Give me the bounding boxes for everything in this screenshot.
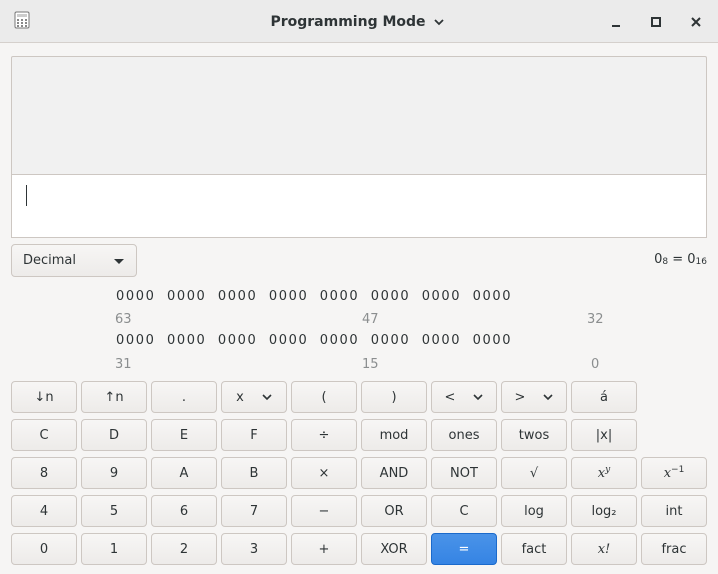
number-base-dropdown[interactable]: Decimal [11, 244, 137, 277]
chevron-down-icon [433, 14, 444, 30]
digit-6-button[interactable]: 6 [151, 495, 217, 527]
base-selected-label: Decimal [23, 253, 77, 268]
calculator-icon[interactable] [14, 11, 30, 29]
shift-up-button[interactable]: ↑n [81, 381, 147, 413]
chevron-down-icon [543, 390, 554, 405]
window-title: Programming Mode [270, 13, 426, 30]
expression-entry[interactable] [11, 174, 707, 238]
minimize-button[interactable] [603, 8, 629, 34]
close-button[interactable] [683, 8, 709, 34]
digit-3-button[interactable]: 3 [221, 533, 287, 565]
hex-b-button[interactable]: B [221, 457, 287, 489]
divide-button[interactable]: ÷ [291, 419, 357, 451]
digit-1-button[interactable]: 1 [81, 533, 147, 565]
twos-complement-button[interactable]: twos [501, 419, 567, 451]
minimize-icon [611, 12, 621, 31]
bit-label-31: 31 [115, 357, 132, 372]
variable-menu-button[interactable]: x [221, 381, 287, 413]
hex-e-button[interactable]: E [151, 419, 217, 451]
integer-part-button[interactable]: int [641, 495, 707, 527]
not-button[interactable]: NOT [431, 457, 497, 489]
log2-button[interactable]: log₂ [571, 495, 637, 527]
shift-left-menu-button[interactable]: < [431, 381, 497, 413]
digit-5-button[interactable]: 5 [81, 495, 147, 527]
shift-right-label: > [514, 389, 526, 405]
or-button[interactable]: OR [361, 495, 427, 527]
base-conversion-label: 08 = 016 [654, 252, 707, 267]
bit-label-0: 0 [591, 357, 600, 372]
xor-button[interactable]: XOR [361, 533, 427, 565]
digit-8-button[interactable]: 8 [11, 457, 77, 489]
bit-label-15: 15 [362, 357, 379, 372]
log-button[interactable]: log [501, 495, 567, 527]
bit-row-low[interactable]: 0000 0000 0000 0000 0000 0000 0000 0000 [116, 333, 512, 348]
maximize-icon [651, 12, 661, 31]
close-icon [691, 12, 701, 31]
shift-left-label: < [444, 389, 456, 405]
fractional-part-button[interactable]: frac [641, 533, 707, 565]
power-button[interactable]: xy [571, 457, 637, 489]
bit-label-32: 32 [587, 312, 604, 327]
digit-7-button[interactable]: 7 [221, 495, 287, 527]
decimal-point-button[interactable]: . [151, 381, 217, 413]
dropdown-caret-icon [114, 259, 124, 264]
chevron-down-icon [473, 390, 484, 405]
factorize-button[interactable]: fact [501, 533, 567, 565]
absolute-value-button[interactable]: |x| [571, 419, 637, 451]
close-paren-button[interactable]: ) [361, 381, 427, 413]
text-cursor [26, 185, 27, 206]
chevron-down-icon [262, 390, 272, 405]
multiply-button[interactable]: × [291, 457, 357, 489]
open-paren-button[interactable]: ( [291, 381, 357, 413]
hex-d-button[interactable]: D [81, 419, 147, 451]
and-button[interactable]: AND [361, 457, 427, 489]
hex-f-button[interactable]: F [221, 419, 287, 451]
digit-4-button[interactable]: 4 [11, 495, 77, 527]
maximize-button[interactable] [643, 8, 669, 34]
digit-9-button[interactable]: 9 [81, 457, 147, 489]
variable-label: x [236, 389, 244, 405]
inverse-button[interactable]: x−1 [641, 457, 707, 489]
modulus-button[interactable]: mod [361, 419, 427, 451]
digit-0-button[interactable]: 0 [11, 533, 77, 565]
bit-label-63: 63 [115, 312, 132, 327]
shift-right-menu-button[interactable]: > [501, 381, 567, 413]
factorial-button[interactable]: x! [571, 533, 637, 565]
shift-down-button[interactable]: ↓n [11, 381, 77, 413]
clear-button[interactable]: C [431, 495, 497, 527]
hex-a-button[interactable]: A [151, 457, 217, 489]
equals-button[interactable]: = [431, 533, 497, 565]
bit-label-47: 47 [362, 312, 379, 327]
subtract-button[interactable]: − [291, 495, 357, 527]
hex-c-button[interactable]: C [11, 419, 77, 451]
character-code-button[interactable]: á [571, 381, 637, 413]
square-root-button[interactable]: √ [501, 457, 567, 489]
header-bar: Programming Mode [0, 0, 718, 43]
mode-menu-button[interactable]: Programming Mode [270, 13, 444, 30]
ones-complement-button[interactable]: ones [431, 419, 497, 451]
digit-2-button[interactable]: 2 [151, 533, 217, 565]
bit-row-high[interactable]: 0000 0000 0000 0000 0000 0000 0000 0000 [116, 289, 512, 304]
history-display [11, 56, 707, 175]
add-button[interactable]: + [291, 533, 357, 565]
